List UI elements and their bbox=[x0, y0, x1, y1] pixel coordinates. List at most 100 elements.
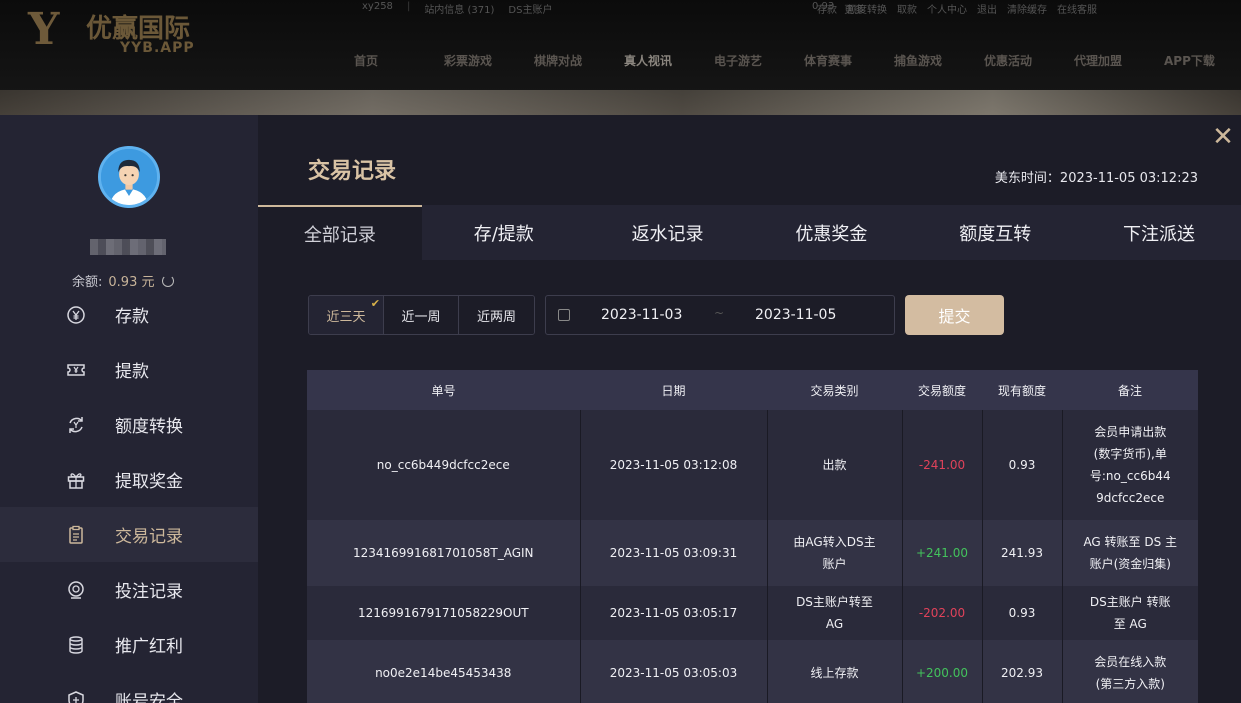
site-nav-item[interactable]: 彩票游戏 bbox=[444, 52, 534, 69]
cell-date: 2023-11-05 03:05:17 bbox=[580, 586, 768, 640]
cell-type: 线上存款 bbox=[767, 640, 903, 703]
topbar-messages[interactable]: 站内信息 (371) bbox=[424, 1, 494, 16]
sidebar-item-promotion[interactable]: 推广红利 bbox=[0, 617, 258, 672]
cell-balance: 0.93 bbox=[982, 410, 1063, 520]
refresh-icon[interactable] bbox=[162, 274, 175, 287]
site-nav-item[interactable]: 棋牌对战 bbox=[534, 52, 624, 69]
sidebar-item-label: 账号安全 bbox=[115, 692, 183, 703]
username: xy258 bbox=[90, 239, 166, 255]
page-title: 交易记录 bbox=[308, 159, 397, 184]
sidebar-item-withdraw[interactable]: 提款 bbox=[0, 342, 258, 397]
sidebar: xy258 余额: 0.93 元 存款 提款 bbox=[0, 115, 258, 703]
cell-date: 2023-11-05 03:12:08 bbox=[580, 410, 768, 520]
col-header-type: 交易类别 bbox=[767, 370, 902, 410]
coins-icon bbox=[66, 635, 86, 655]
banner-strip bbox=[0, 90, 1241, 115]
site-nav-item[interactable]: 电子游艺 bbox=[714, 52, 804, 69]
account-modal: xy258 余额: 0.93 元 存款 提款 bbox=[0, 115, 1241, 703]
topbar-username[interactable]: xy258 bbox=[362, 1, 393, 15]
range-3-days-button[interactable]: 近三天 ✔ bbox=[309, 296, 384, 334]
clipboard-icon bbox=[66, 525, 86, 545]
sidebar-item-label: 提取奖金 bbox=[115, 472, 183, 492]
site-topbar: xy258 | 站内信息 (371) DS主账户 0.93 更多 存款 额度转换… bbox=[362, 1, 1097, 16]
range-label: 近两周 bbox=[476, 309, 516, 325]
site-nav-item[interactable]: 代理加盟 bbox=[1074, 52, 1164, 69]
tab-promo-bonus[interactable]: 优惠奖金 bbox=[749, 205, 913, 260]
table-row: 123416991681701058T_AGIN 2023-11-05 03:0… bbox=[307, 520, 1198, 586]
col-header-balance: 现有额度 bbox=[982, 370, 1062, 410]
tab-rebate[interactable]: 返水记录 bbox=[586, 205, 750, 260]
start-date-field[interactable]: 2023-11-03 bbox=[601, 307, 682, 323]
cell-amount: +241.00 bbox=[902, 520, 983, 586]
col-header-note: 备注 bbox=[1062, 370, 1198, 410]
site-nav-item[interactable]: APP下载 bbox=[1164, 52, 1241, 69]
topbar-link[interactable]: 退出 bbox=[977, 1, 997, 16]
range-2-weeks-button[interactable]: 近两周 bbox=[459, 296, 534, 334]
topbar-divider: | bbox=[406, 1, 411, 12]
content-panel: ✕ 交易记录 美东时间：2023-11-05 03:12:23 全部记录 存/提… bbox=[258, 115, 1241, 703]
table-row: 121699167917105822​9OUT 2023-11-05 03:05… bbox=[307, 586, 1198, 640]
sidebar-item-transactions[interactable]: 交易记录 bbox=[0, 507, 258, 562]
site-nav-item[interactable]: 首页 bbox=[354, 52, 444, 69]
date-range-picker[interactable]: 2023-11-03 ~ 2023-11-05 bbox=[545, 295, 895, 335]
exchange-icon bbox=[66, 415, 86, 435]
sidebar-menu: 存款 提款 额度转换 提取奖金 交易记录 投注记录 推广红利 账号安全 bbox=[0, 287, 258, 703]
col-header-date: 日期 bbox=[580, 370, 767, 410]
cell-note: AG 转账至 DS 主账户(资金归集) bbox=[1062, 520, 1198, 586]
cell-balance: 202.93 bbox=[982, 640, 1063, 703]
tab-transfer[interactable]: 额度互转 bbox=[913, 205, 1077, 260]
site-nav-item[interactable]: 体育赛事 bbox=[804, 52, 894, 69]
sidebar-item-security[interactable]: 账号安全 bbox=[0, 672, 258, 703]
topbar-link[interactable]: 存款 bbox=[817, 1, 837, 16]
est-time-label: 美东时间： bbox=[994, 171, 1060, 186]
yen-circle-icon bbox=[66, 305, 86, 325]
tab-deposit-withdraw[interactable]: 存/提款 bbox=[422, 205, 586, 260]
topbar-link[interactable]: 在线客服 bbox=[1057, 1, 1097, 16]
sidebar-item-deposit[interactable]: 存款 bbox=[0, 287, 258, 342]
site-header: Y 优赢国际 YYB.APP xy258 | 站内信息 (371) DS主账户 … bbox=[0, 0, 1241, 115]
ticket-icon bbox=[66, 360, 86, 380]
close-icon[interactable]: ✕ bbox=[1211, 124, 1235, 150]
cell-date: 2023-11-05 03:09:31 bbox=[580, 520, 768, 586]
sidebar-item-label: 额度转换 bbox=[115, 417, 183, 437]
cell-date: 2023-11-05 03:05:03 bbox=[580, 640, 768, 703]
table-row: no0e2e14be45453438 2023-11-05 03:05:03 线… bbox=[307, 640, 1198, 703]
end-date-field[interactable]: 2023-11-05 bbox=[755, 307, 836, 323]
topbar-link[interactable]: 额度转换 bbox=[847, 1, 887, 16]
topbar-account: DS主账户 bbox=[508, 5, 553, 16]
cell-note: DS主账户 转账至 AG bbox=[1062, 586, 1198, 640]
cell-note: 会员在线入款(第三方入款) bbox=[1062, 640, 1198, 703]
table-row: no_cc6b449dcfcc2ece 2023-11-05 03:12:08 … bbox=[307, 410, 1198, 520]
cell-type: 出款 bbox=[767, 410, 903, 520]
range-label: 近三天 bbox=[326, 309, 366, 325]
range-label: 近一周 bbox=[401, 309, 441, 325]
site-nav-item[interactable]: 捕鱼游戏 bbox=[894, 52, 984, 69]
site-nav-item[interactable]: 真人视讯 bbox=[624, 52, 714, 69]
table-header-row: 单号 日期 交易类别 交易额度 现有额度 备注 bbox=[307, 370, 1198, 410]
logo-sub: YYB.APP bbox=[120, 40, 195, 56]
cell-id: 123416991681701058T_AGIN bbox=[307, 520, 581, 586]
range-1-week-button[interactable]: 近一周 bbox=[384, 296, 459, 334]
col-header-amount: 交易额度 bbox=[902, 370, 982, 410]
site-logo[interactable]: Y 优赢国际 YYB.APP bbox=[28, 4, 208, 64]
gift-icon bbox=[66, 470, 86, 490]
cell-id: no_cc6b449dcfcc2ece bbox=[307, 410, 581, 520]
topbar-link[interactable]: 个人中心 bbox=[927, 1, 967, 16]
site-nav-item[interactable]: 优惠活动 bbox=[984, 52, 1074, 69]
est-time: 美东时间：2023-11-05 03:12:23 bbox=[995, 167, 1198, 186]
sidebar-item-transfer[interactable]: 额度转换 bbox=[0, 397, 258, 452]
tab-all-records[interactable]: 全部记录 bbox=[258, 205, 422, 260]
site-nav: 首页 彩票游戏 棋牌对战 真人视讯 电子游艺 体育赛事 捕鱼游戏 优惠活动 代理… bbox=[354, 52, 1241, 69]
cell-balance: 0.93 bbox=[982, 586, 1063, 640]
sidebar-item-bonus[interactable]: 提取奖金 bbox=[0, 452, 258, 507]
check-icon: ✔ bbox=[370, 297, 380, 310]
sidebar-item-label: 推广红利 bbox=[115, 637, 183, 657]
submit-button[interactable]: 提交 bbox=[905, 295, 1004, 335]
sidebar-item-bet-records[interactable]: 投注记录 bbox=[0, 562, 258, 617]
topbar-link[interactable]: 取款 bbox=[897, 1, 917, 16]
calendar-icon bbox=[558, 309, 570, 321]
cell-amount: -241.00 bbox=[902, 410, 983, 520]
cell-type: DS主账户转至AG bbox=[767, 586, 903, 640]
tab-bet-dispatch[interactable]: 下注派送 bbox=[1077, 205, 1241, 260]
topbar-link[interactable]: 清除缓存 bbox=[1007, 1, 1047, 16]
